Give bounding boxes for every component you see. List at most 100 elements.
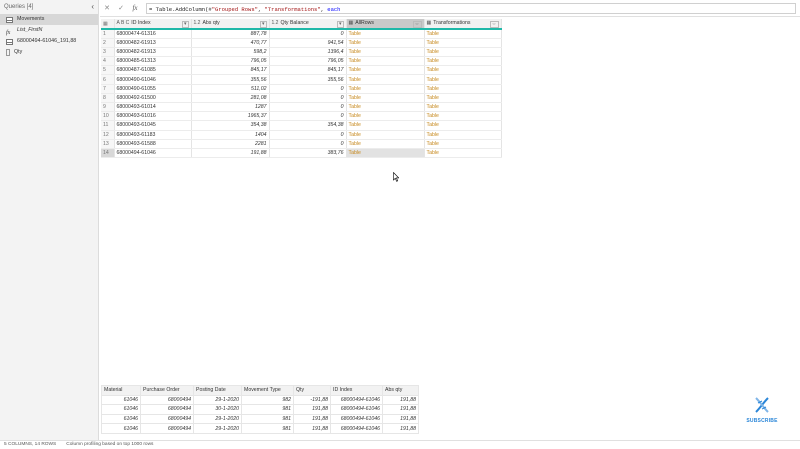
table-cell: 2281: [191, 139, 270, 149]
table-row[interactable]: 2 68000482-61913 470,77 941,54 Table Table: [101, 38, 502, 48]
table-link-cell[interactable]: Table: [346, 65, 425, 76]
query-item-movements[interactable]: Movements: [0, 14, 98, 25]
table-row[interactable]: 10 68000493-61016 1965,37 0 Table Table: [101, 111, 502, 122]
table-row[interactable]: 12 68000493-61183 1404 0 Table Table: [101, 130, 502, 140]
row-number: 14: [101, 148, 115, 159]
table-link-cell[interactable]: Table: [424, 56, 502, 67]
table-link-cell[interactable]: Table: [346, 139, 425, 149]
table-row[interactable]: 8 68000492-61500 281,08 0 Table Table: [101, 93, 502, 104]
table-row[interactable]: 1 68000474-61316 887,78 0 Table Table: [101, 29, 502, 39]
preview-column-header: Material: [101, 385, 141, 396]
row-number: 3: [101, 47, 115, 58]
preview-row: 61046 68000494 29-1-2020 982 -191,88 68000494…: [101, 394, 419, 406]
table-link-cell[interactable]: Table: [346, 74, 425, 85]
table-cell: 796,05: [269, 56, 347, 67]
table-link-cell[interactable]: Table: [424, 148, 502, 159]
table-link-cell[interactable]: Table: [346, 93, 425, 104]
row-number: 2: [101, 38, 115, 48]
value-icon: [6, 49, 10, 56]
table-cell: 598,2: [191, 47, 270, 58]
table-link-cell[interactable]: Table: [346, 120, 425, 131]
expand-column-icon[interactable]: ⇔: [489, 20, 499, 27]
table-link-cell[interactable]: Table: [424, 111, 502, 122]
table-row[interactable]: 7 68000490-61055 511,02 0 Table Table: [101, 84, 502, 94]
table-row[interactable]: 4 68000485-61313 796,05 796,05 Table Table: [101, 56, 502, 67]
table-icon: [6, 16, 13, 23]
table-row[interactable]: 5 68000487-61085 845,17 845,17 Table Table: [101, 65, 502, 76]
table-cell: 470,77: [191, 38, 270, 48]
grid-corner[interactable]: ▦: [101, 19, 115, 30]
preview-column-header: Movement Type: [241, 385, 294, 396]
column-header-allrows[interactable]: ▦ AllRows ⇔: [346, 19, 425, 30]
table-link-cell[interactable]: Table: [346, 102, 425, 113]
preview-grid: Material Purchase Order Posting Date Moveme…: [101, 385, 419, 434]
table-link-cell[interactable]: Table: [346, 84, 425, 94]
table-link-cell[interactable]: Table: [424, 29, 502, 39]
table-cell: 355,56: [269, 74, 347, 85]
row-number: 1: [101, 29, 115, 39]
preview-row: 61046 68000494 29-1-2020 981 191,88 68000494-…: [101, 423, 419, 434]
table-row[interactable]: 13 68000493-61588 2281 0 Table Table: [101, 139, 502, 149]
preview-column-header: ID Index: [330, 385, 383, 396]
table-link-cell[interactable]: Table: [346, 111, 425, 122]
table-link-cell[interactable]: Table: [424, 65, 502, 76]
table-link-cell[interactable]: Table: [424, 74, 502, 85]
column-header-transformations[interactable]: ▦ Transformations ⇔: [424, 19, 502, 30]
column-header-abs-qty[interactable]: 1.2 Abs qty ▾: [191, 19, 270, 30]
table-cell: 68000474-61316: [114, 29, 192, 39]
column-header-label: AllRows: [355, 19, 374, 26]
table-link-cell[interactable]: Table: [424, 102, 502, 113]
status-profiling[interactable]: Column profiling based on top 1000 rows: [66, 441, 153, 449]
table-link-cell[interactable]: Table: [346, 148, 425, 159]
table-link-cell[interactable]: Table: [424, 93, 502, 104]
table-link-cell[interactable]: Table: [424, 47, 502, 58]
preview-cell: 191,88: [382, 394, 419, 406]
table-type-icon: ▦: [348, 19, 354, 26]
table-type-icon: ▦: [426, 19, 432, 26]
preview-cell: 191,88: [382, 413, 419, 425]
decimal-type-icon: 1.2: [271, 19, 279, 26]
table-row[interactable]: 6 68000490-61046 355,56 355,56 Table Table: [101, 74, 502, 85]
fx-icon[interactable]: fx: [128, 4, 142, 12]
table-link-cell[interactable]: Table: [346, 47, 425, 58]
expand-column-icon[interactable]: ⇔: [412, 20, 422, 27]
mouse-cursor-icon: [393, 172, 399, 182]
query-item-list-firstn[interactable]: fx List_FirstN: [0, 25, 98, 36]
table-row[interactable]: 3 68000482-61913 598,2 1396,4 Table Table: [101, 47, 502, 58]
table-cell: 0: [269, 84, 347, 94]
column-header-qty-balance[interactable]: 1.2 Qty Balance ▾: [269, 19, 347, 30]
subscribe-badge[interactable]: SUBSCRIBE: [744, 394, 780, 428]
table-link-cell[interactable]: Table: [424, 84, 502, 94]
table-link-cell[interactable]: Table: [346, 29, 425, 39]
table-cell: 68000493-61045: [114, 120, 192, 131]
collapse-pane-icon[interactable]: ‹: [91, 2, 94, 11]
table-cell: 68000493-61183: [114, 130, 192, 140]
filter-dropdown-icon[interactable]: ▾: [259, 20, 267, 27]
query-item-label: 68000494-61046_191,88: [17, 38, 77, 44]
formula-input[interactable]: = Table.AddColumn(#"Grouped Rows", "Tran…: [146, 2, 796, 14]
cancel-icon[interactable]: ✕: [100, 4, 114, 12]
query-item-68000494[interactable]: 68000494-61046_191,88: [0, 36, 98, 47]
table-row[interactable]: 14 68000494-61046 191,88 383,76 Table Table: [101, 148, 502, 159]
status-row-count: 5 COLUMNS, 14 ROWS: [4, 442, 57, 447]
query-item-qty[interactable]: Qty: [0, 47, 98, 58]
table-link-cell[interactable]: Table: [346, 56, 425, 67]
table-cell: 511,02: [191, 84, 270, 94]
table-cell: 68000482-61913: [114, 38, 192, 48]
commit-icon[interactable]: ✓: [114, 4, 128, 12]
column-header-id-index[interactable]: A B C ID Index ▾: [114, 19, 192, 30]
data-grid: ▦ A B C ID Index ▾ 1.2 Abs qty ▾ 1.2 Qty Bala…: [101, 19, 502, 159]
table-link-cell[interactable]: Table: [424, 139, 502, 149]
table-link-cell[interactable]: Table: [424, 130, 502, 140]
table-link-cell[interactable]: Table: [424, 120, 502, 131]
table-cell: 796,05: [191, 56, 270, 67]
table-row[interactable]: 9 68000493-61014 1287 0 Table Table: [101, 102, 502, 113]
filter-dropdown-icon[interactable]: ▾: [181, 20, 189, 27]
preview-cell: 981: [241, 413, 294, 425]
filter-dropdown-icon[interactable]: ▾: [336, 20, 344, 27]
table-link-cell[interactable]: Table: [424, 38, 502, 48]
row-number: 7: [101, 84, 115, 94]
table-link-cell[interactable]: Table: [346, 130, 425, 140]
table-link-cell[interactable]: Table: [346, 38, 425, 48]
table-row[interactable]: 11 68000493-61045 354,38 354,38 Table Table: [101, 120, 502, 131]
